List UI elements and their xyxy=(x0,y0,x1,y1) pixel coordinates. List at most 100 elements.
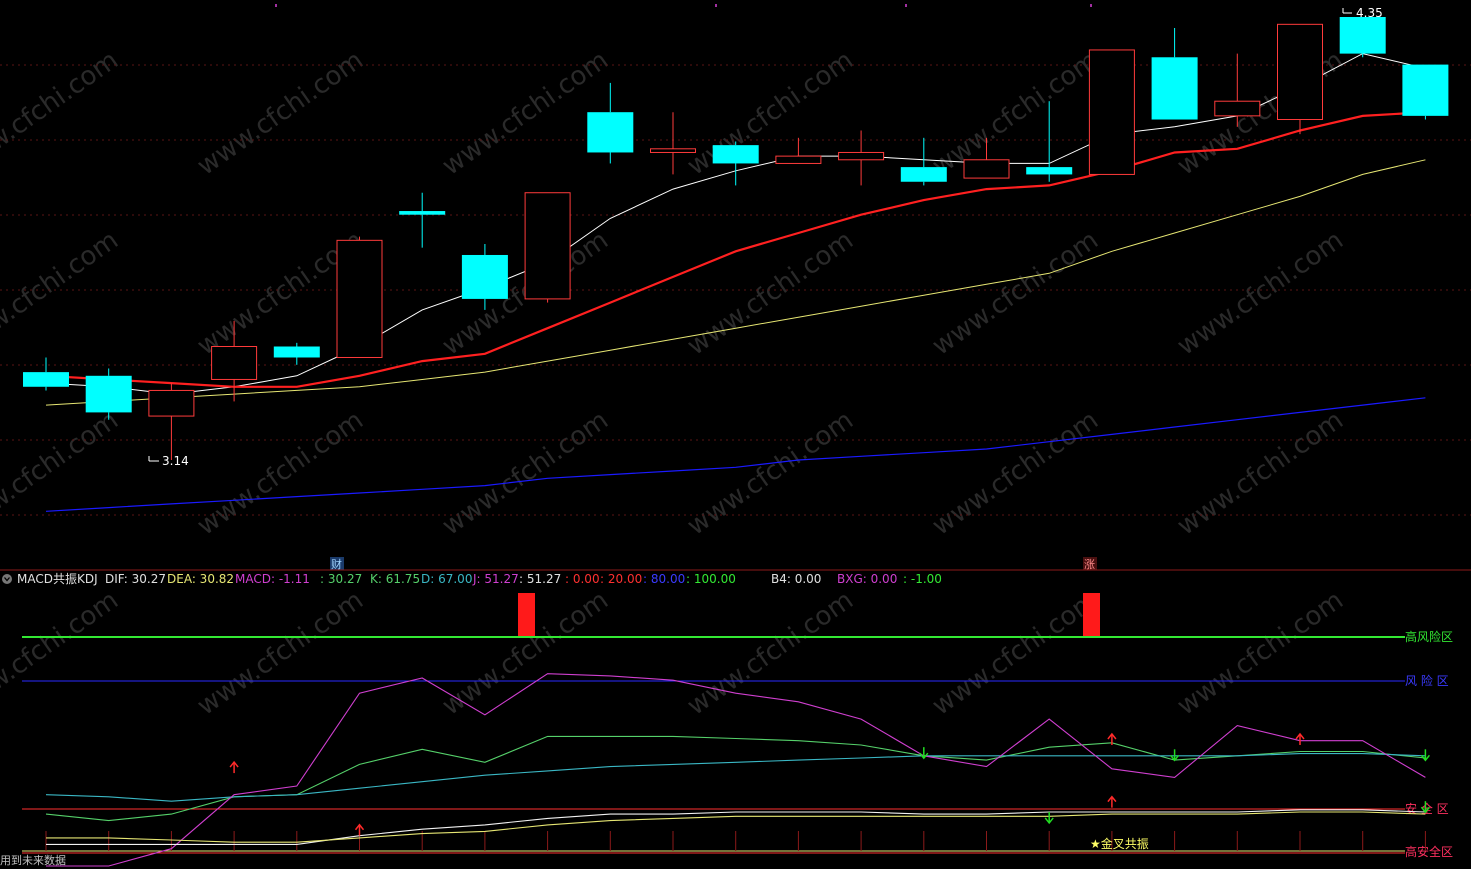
candle-body xyxy=(712,145,759,164)
zone-high-safe-label: 高安全区 xyxy=(1405,844,1453,859)
low-price-label: 3.14 xyxy=(162,454,189,468)
svg-text:MACD共振KDJ DIF: 30.27: MACD共振KDJ DIF: 30.27 DEA: 30.82 MACD: -1… xyxy=(17,572,942,586)
zone-high-risk-label: 高风险区 xyxy=(1405,629,1453,644)
candle[interactable] xyxy=(399,192,446,248)
candle[interactable] xyxy=(775,137,822,164)
b4-value: B4: 0.00 xyxy=(771,572,821,586)
candle-body xyxy=(23,372,69,387)
buy-arrow-icon xyxy=(229,760,239,774)
candle[interactable] xyxy=(712,141,759,186)
buy-arrow-icon xyxy=(1107,795,1117,808)
candle-body xyxy=(650,148,696,153)
candle[interactable] xyxy=(1402,64,1449,120)
watermark-text: www.cfchi.com xyxy=(682,585,859,721)
candle-body xyxy=(587,112,634,153)
candle-body xyxy=(900,167,947,182)
watermark-text: www.cfchi.com xyxy=(682,405,859,541)
candle[interactable] xyxy=(838,130,885,186)
candle-body xyxy=(461,254,508,299)
finance-marker[interactable]: 财 xyxy=(331,557,342,571)
indicator-header: MACD共振KDJ DIF: 30.27 DEA: 30.82 MACD: -1… xyxy=(2,572,942,586)
candle[interactable] xyxy=(85,368,132,420)
indicator-toggle-icon[interactable] xyxy=(2,574,12,584)
watermark-text: www.cfchi.com xyxy=(927,585,1104,721)
k-value: K: 61.75 xyxy=(370,572,420,586)
candle[interactable] xyxy=(587,82,634,164)
watermark-text: www.cfchi.com xyxy=(1172,405,1349,541)
indicator-line-d xyxy=(45,753,1426,802)
top-dot-marker xyxy=(715,4,717,7)
sell-arrow-icon xyxy=(1420,749,1430,762)
golden-cross-label: ★金叉共振 xyxy=(1090,836,1149,851)
watermark-text: www.cfchi.com xyxy=(0,585,124,721)
signal-arrow-layer xyxy=(229,732,1430,836)
indicator-line-k xyxy=(45,735,1426,822)
buy-arrow-icon xyxy=(354,823,365,836)
candle-body xyxy=(85,375,132,413)
zone-risk-label: 风 险 区 xyxy=(1405,673,1449,688)
low-price-annotation: 3.14 xyxy=(148,454,189,468)
candle[interactable] xyxy=(273,342,320,365)
candle-body xyxy=(211,346,258,380)
candle-body xyxy=(524,192,571,300)
candle-body xyxy=(1026,167,1073,175)
watermark-text: www.cfchi.com xyxy=(192,405,369,541)
d-value: D: 67.00 xyxy=(421,572,472,586)
sell-arrow-icon xyxy=(1044,811,1054,825)
candle[interactable] xyxy=(1277,23,1323,135)
candle-body xyxy=(148,389,195,417)
candle[interactable] xyxy=(1088,49,1135,175)
candle-body xyxy=(1088,49,1135,175)
watermark-text: www.cfchi.com xyxy=(437,405,614,541)
watermark-layer: www.cfchi.com www.cfchi.com www.cfchi.com w… xyxy=(0,45,1349,721)
top-dot-marker xyxy=(275,4,277,7)
watermark-text: www.cfchi.com xyxy=(682,225,859,361)
watermark-text: www.cfchi.com xyxy=(0,225,124,361)
candle[interactable] xyxy=(1214,53,1261,127)
stock-chart[interactable]: www.cfchi.com www.cfchi.com www.cfchi.com w… xyxy=(0,0,1471,869)
price-grid xyxy=(0,4,1471,516)
value-4: : 20.00 xyxy=(600,572,642,586)
indicator-name: MACD共振KDJ xyxy=(17,572,98,586)
bxg-value: BXG: 0.00 xyxy=(837,572,897,586)
dea-value: DEA: 30.82 xyxy=(167,572,234,586)
candle[interactable] xyxy=(1151,27,1198,120)
watermark-text: www.cfchi.com xyxy=(682,45,859,181)
watermark-text: www.cfchi.com xyxy=(0,45,124,181)
value-7: : -1.00 xyxy=(903,572,942,586)
rise-marker[interactable]: 涨 xyxy=(1084,558,1095,571)
top-dot-marker xyxy=(1090,4,1092,7)
candle-body xyxy=(1339,17,1386,54)
watermark-text: www.cfchi.com xyxy=(0,405,124,541)
candle-body xyxy=(1402,64,1449,116)
watermark-text: www.cfchi.com xyxy=(192,585,369,721)
macd-value: MACD: -1.11 xyxy=(235,572,310,586)
watermark-text: www.cfchi.com xyxy=(927,225,1104,361)
j-value: J: 51.27 xyxy=(472,572,519,586)
candle-body xyxy=(963,159,1010,179)
candle-body xyxy=(1277,23,1323,121)
value-3: : 0.00 xyxy=(565,572,600,586)
candle-body xyxy=(838,151,885,161)
value-1: : 30.27 xyxy=(320,572,362,586)
candle[interactable] xyxy=(148,383,195,460)
value-5: : 80.00 xyxy=(643,572,685,586)
watermark-text: www.cfchi.com xyxy=(192,45,369,181)
watermark-text: www.cfchi.com xyxy=(927,405,1104,541)
candle-body xyxy=(1214,100,1261,117)
candle-body xyxy=(273,346,320,358)
watermark-text: www.cfchi.com xyxy=(1172,225,1349,361)
top-dot-marker xyxy=(905,4,907,7)
signal-block-1 xyxy=(518,593,535,636)
sell-arrow-icon xyxy=(1170,749,1180,762)
watermark-text: www.cfchi.com xyxy=(1172,585,1349,721)
high-price-label: 4.35 xyxy=(1356,6,1383,20)
signal-block-2 xyxy=(1083,593,1100,636)
candle[interactable] xyxy=(23,357,69,391)
candle-body xyxy=(1151,57,1198,120)
candle[interactable] xyxy=(524,192,571,303)
candle-body xyxy=(399,211,446,215)
candle[interactable] xyxy=(336,236,383,358)
candle[interactable] xyxy=(1339,17,1386,58)
dif-value: DIF: 30.27 xyxy=(105,572,166,586)
